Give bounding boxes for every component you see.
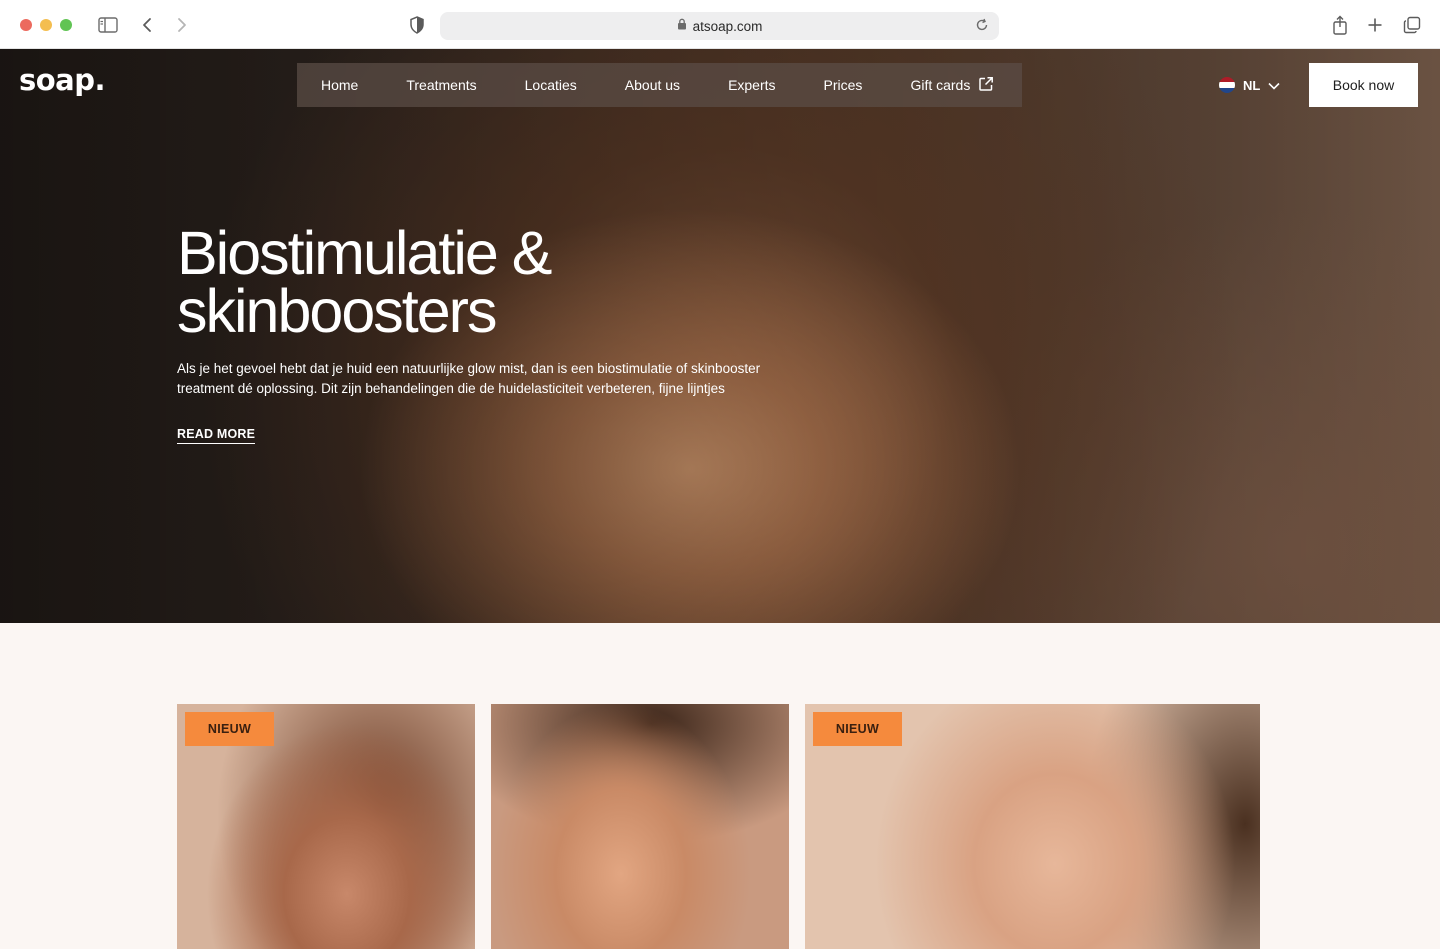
tabs-icon[interactable] [1401,14,1423,36]
nav-prices[interactable]: Prices [800,77,887,93]
main-nav: Home Treatments Locaties About us Expert… [297,63,1022,107]
treatment-card[interactable] [491,704,789,949]
hero-description: Als je het gevoel hebt dat je huid een n… [177,361,761,396]
lock-icon [677,17,687,35]
minimize-window-button[interactable] [40,19,52,31]
nav-treatments[interactable]: Treatments [382,77,500,93]
url-text: atsoap.com [692,18,763,34]
language-label: NL [1243,77,1261,93]
browser-toolbar: atsoap.com [0,0,1440,49]
hero-title-line-1: Biostimulatie & [177,219,552,287]
language-selector[interactable]: NL [1219,77,1280,93]
nav-about-us[interactable]: About us [601,77,704,93]
read-more-link[interactable]: READ MORE [177,427,256,444]
address-bar[interactable]: atsoap.com [440,12,999,40]
back-icon[interactable] [136,14,158,36]
reload-icon[interactable] [975,18,991,34]
nav-experts[interactable]: Experts [704,77,799,93]
new-badge: NIEUW [185,712,274,746]
nav-gift-cards-label: Gift cards [910,77,971,93]
netherlands-flag-icon [1219,77,1235,93]
treatment-card[interactable]: NIEUW [805,704,1260,949]
nav-home[interactable]: Home [297,77,382,93]
nav-gift-cards[interactable]: Gift cards [886,76,1018,95]
new-badge: NIEUW [813,712,902,746]
shield-icon[interactable] [406,14,428,36]
share-icon[interactable] [1329,14,1351,36]
sidebar-icon[interactable] [97,14,119,36]
external-link-icon [978,76,994,95]
treatment-card[interactable]: NIEUW [177,704,475,949]
close-window-button[interactable] [20,19,32,31]
book-now-button[interactable]: Book now [1309,63,1418,107]
new-tab-icon[interactable] [1364,14,1386,36]
forward-icon[interactable] [171,14,193,36]
nav-locaties[interactable]: Locaties [501,77,601,93]
chevron-down-icon [1268,78,1280,93]
hero-title: Biostimulatie & skinboosters [177,219,797,345]
hero-title-line-2: skinboosters [177,277,497,345]
zoom-window-button[interactable] [60,19,72,31]
site-logo[interactable]: soap. [19,63,106,97]
